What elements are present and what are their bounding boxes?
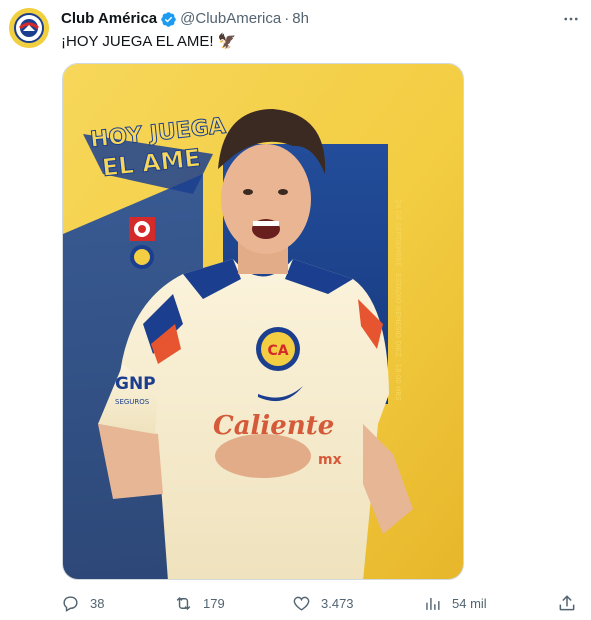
post-text: ¡HOY JUEGA EL AME! 🦅 [61,33,237,50]
share-icon [559,595,575,611]
repost-button[interactable]: 179 [174,590,225,616]
like-icon [293,596,310,611]
verified-badge-icon [161,11,176,27]
jersey-sponsor: Caliente [213,411,334,441]
separator-dot: · [284,10,290,27]
author-name[interactable]: Club América [61,9,157,29]
more-button[interactable] [560,9,582,29]
avatar[interactable] [9,8,49,48]
more-icon [564,17,578,21]
reply-button[interactable]: 38 [61,590,104,616]
post-image[interactable]: HOY JUEGA EL AME 24 DE SEPTIEMBRE · ESTA… [62,63,464,580]
share-button[interactable] [557,593,577,613]
author-handle[interactable]: @ClubAmerica [180,9,281,29]
post-time[interactable]: 8h [292,9,309,29]
post-header: Club América @ClubAmerica · 8h [61,9,309,29]
jersey-crest: CA [267,343,288,359]
repost-icon [176,596,191,610]
match-info: 24 DE SEPTIEMBRE · ESTADIO NEMESIO DIEZ … [394,199,402,401]
jersey-sponsor-suffix: mx [318,452,342,468]
views-icon [426,597,440,610]
match-poster-image: HOY JUEGA EL AME 24 DE SEPTIEMBRE · ESTA… [63,64,463,579]
views-button[interactable]: 54 mil [423,590,487,616]
sleeve-sponsor: GNP [115,374,156,394]
like-button[interactable]: 3.473 [292,590,354,616]
like-count: 3.473 [321,595,354,611]
reply-count: 38 [90,595,105,611]
repost-count: 179 [203,595,225,611]
sleeve-sponsor-sub: SEGUROS [115,398,150,406]
views-count: 54 mil [452,595,487,611]
action-bar: 38 179 3.473 54 mil [0,590,591,616]
reply-icon [63,595,78,612]
club-crest-icon [9,8,49,48]
